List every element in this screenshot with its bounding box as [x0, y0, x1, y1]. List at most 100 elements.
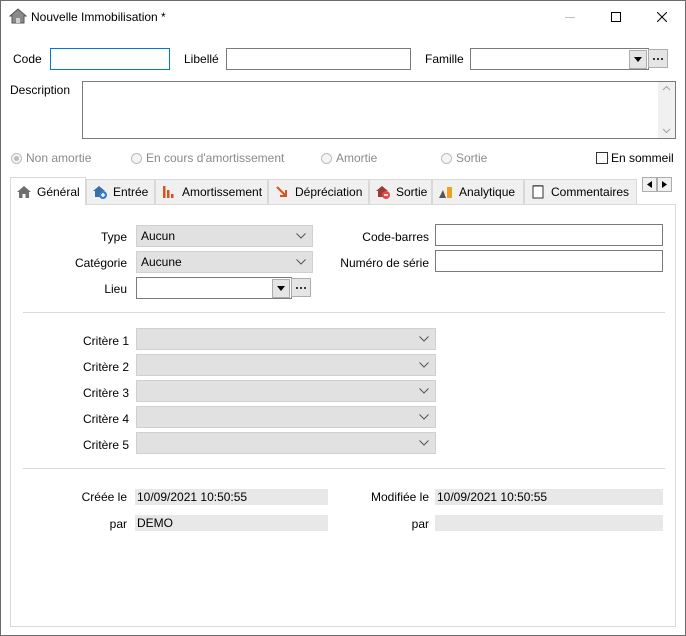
minimize-icon: [565, 16, 575, 18]
radio-amortie-label: Amortie: [336, 151, 378, 165]
famille-combo[interactable]: [470, 48, 649, 70]
minimize-button[interactable]: [547, 1, 593, 32]
separator-2: [23, 468, 665, 469]
ellipsis-icon: [653, 57, 663, 60]
lieu-dropdown-button[interactable]: [272, 279, 290, 298]
chevron-down-icon: [419, 440, 429, 446]
en-sommeil-label: En sommeil: [611, 151, 674, 165]
tab-sortie-label: Sortie: [396, 185, 428, 199]
analytics-icon: [438, 184, 454, 200]
critere-4-label: Critère 4: [82, 412, 129, 426]
separator-1: [23, 312, 665, 313]
home-icon: [16, 184, 32, 200]
code-barres-label: Code-barres: [362, 230, 429, 244]
numero-serie-label: Numéro de série: [340, 256, 429, 270]
critere-5-select[interactable]: [136, 432, 436, 454]
description-textarea[interactable]: [82, 81, 676, 139]
code-input[interactable]: [50, 48, 170, 70]
ellipsis-icon: [296, 286, 306, 289]
radio-en-cours[interactable]: [131, 153, 142, 164]
chevron-down-icon: [419, 362, 429, 368]
tab-scroll-right-button[interactable]: [657, 177, 672, 192]
scroll-arrows-icon: [662, 85, 671, 134]
chevron-down-icon: [296, 233, 306, 239]
lieu-combo[interactable]: [136, 277, 292, 299]
general-tab-panel: Type Aucun Catégorie Aucune Lieu Code-ba…: [10, 204, 676, 627]
critere-5-label: Critère 5: [82, 438, 129, 452]
critere-2-select[interactable]: [136, 354, 436, 376]
code-barres-input[interactable]: [435, 224, 663, 246]
remove-exit-icon: [375, 184, 391, 200]
chevron-down-icon: [419, 336, 429, 342]
close-icon: [657, 11, 667, 22]
tab-general-label: Général: [37, 184, 80, 199]
categorie-select[interactable]: Aucune: [136, 251, 313, 273]
famille-browse-button[interactable]: [648, 49, 668, 68]
tab-depreciation[interactable]: Dépréciation: [268, 179, 369, 204]
add-entry-icon: [92, 184, 108, 200]
chevron-down-icon: [419, 414, 429, 420]
title-bar[interactable]: Nouvelle Immobilisation *: [1, 1, 685, 32]
creee-le-label: Créée le: [81, 490, 127, 504]
categorie-value: Aucune: [141, 255, 182, 269]
modifiee-le-value: 10/09/2021 10:50:55: [435, 489, 663, 505]
radio-amortie[interactable]: [321, 153, 332, 164]
critere-3-label: Critère 3: [82, 386, 129, 400]
chevron-down-icon: [419, 388, 429, 394]
radio-sortie[interactable]: [441, 153, 452, 164]
critere-1-label: Critère 1: [82, 334, 129, 348]
code-label: Code: [13, 52, 42, 66]
lieu-label: Lieu: [104, 282, 127, 296]
critere-1-select[interactable]: [136, 328, 436, 350]
type-select[interactable]: Aucun: [136, 225, 313, 247]
tab-commentaires[interactable]: Commentaires: [524, 179, 637, 204]
chevron-down-icon: [296, 259, 306, 265]
tab-scroll-left-button[interactable]: [642, 177, 657, 192]
creee-par-value: DEMO: [135, 515, 328, 531]
maximize-icon: [611, 11, 621, 22]
tab-analytique-label: Analytique: [459, 185, 516, 199]
description-scrollbar[interactable]: [658, 82, 675, 138]
house-icon: [8, 8, 28, 24]
close-button[interactable]: [639, 1, 685, 32]
tab-commentaires-label: Commentaires: [551, 185, 630, 199]
tab-amortissement[interactable]: Amortissement: [155, 179, 268, 204]
radio-non-amortie-label: Non amortie: [26, 151, 92, 165]
type-label: Type: [100, 230, 127, 244]
creee-par-label: par: [109, 517, 127, 531]
en-sommeil-checkbox[interactable]: [596, 152, 608, 164]
libelle-input[interactable]: [226, 48, 411, 70]
maximize-button[interactable]: [593, 1, 639, 32]
caret-left-icon: [647, 181, 652, 188]
modifiee-par-label: par: [411, 517, 429, 531]
arrow-down-right-icon: [274, 184, 290, 200]
critere-2-label: Critère 2: [82, 360, 129, 374]
tab-sortie[interactable]: Sortie: [369, 179, 432, 204]
famille-dropdown-button[interactable]: [629, 50, 647, 69]
description-label: Description: [10, 83, 71, 97]
tab-analytique[interactable]: Analytique: [432, 179, 524, 204]
caret-down-icon: [634, 57, 642, 62]
tab-amortissement-label: Amortissement: [182, 185, 263, 199]
lieu-browse-button[interactable]: [291, 278, 311, 297]
notepad-icon: [530, 184, 546, 200]
tab-bar: Général Entrée Amortissement Dépréciatio…: [10, 177, 676, 205]
numero-serie-input[interactable]: [435, 250, 663, 272]
tab-entree[interactable]: Entrée: [86, 179, 155, 204]
radio-en-cours-label: En cours d'amortissement: [146, 151, 285, 165]
immobilisation-window: Nouvelle Immobilisation * Code Libellé F…: [0, 0, 686, 636]
critere-3-select[interactable]: [136, 380, 436, 402]
critere-4-select[interactable]: [136, 406, 436, 428]
radio-sortie-label: Sortie: [456, 151, 488, 165]
type-value: Aucun: [141, 229, 176, 243]
bar-chart-icon: [161, 184, 177, 200]
modifiee-par-value: [435, 515, 663, 531]
modifiee-le-label: Modifiée le: [370, 490, 429, 504]
tab-entree-label: Entrée: [113, 185, 149, 199]
tab-depreciation-label: Dépréciation: [295, 185, 363, 199]
creee-le-value: 10/09/2021 10:50:55: [135, 489, 328, 505]
caret-right-icon: [662, 181, 667, 188]
radio-non-amortie[interactable]: [11, 153, 22, 164]
tab-general[interactable]: Général: [10, 177, 86, 205]
libelle-label: Libellé: [184, 52, 219, 66]
